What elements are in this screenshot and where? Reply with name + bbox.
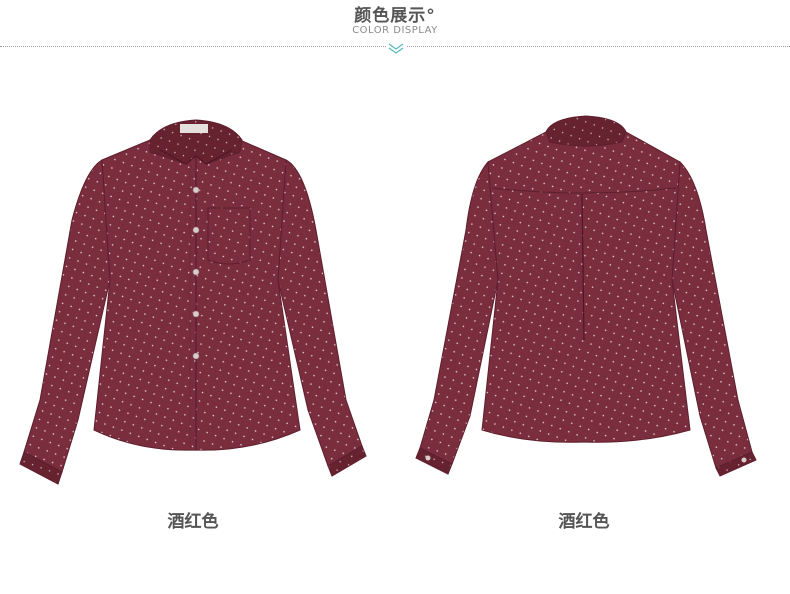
double-chevron-down-icon — [386, 42, 406, 56]
section-subtitle: COLOR DISPLAY — [352, 25, 438, 36]
color-label-back: 酒红色 — [558, 512, 610, 532]
product-image-front — [10, 100, 390, 490]
color-display-page: 颜色展示° COLOR DISPLAY 酒红色 酒红色 — [0, 0, 790, 594]
shirt-front-image — [19, 119, 367, 485]
color-label-front: 酒红色 — [167, 512, 219, 532]
shirt-back-image — [415, 115, 757, 477]
product-image-back — [400, 100, 780, 490]
section-title: 颜色展示° — [354, 6, 436, 26]
section-header: 颜色展示° COLOR DISPLAY — [0, 0, 790, 62]
